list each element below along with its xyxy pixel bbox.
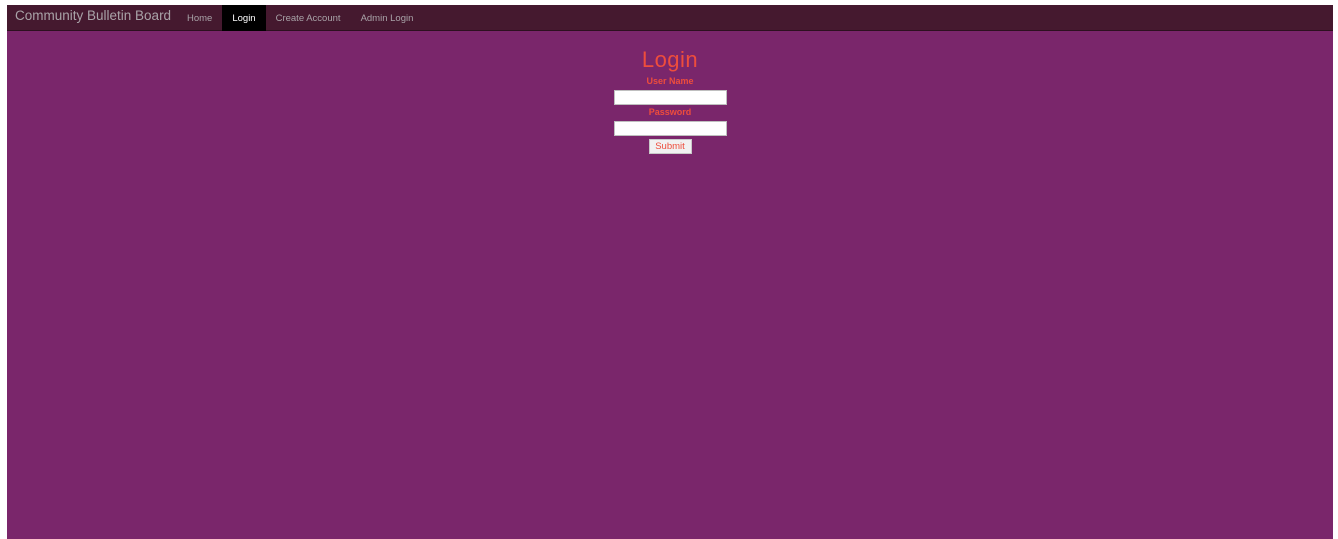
login-form: Login User Name Password Submit — [7, 45, 1333, 154]
nav-item-login[interactable]: Login — [222, 5, 266, 31]
submit-button[interactable]: Submit — [648, 139, 692, 154]
navbar: Community Bulletin Board Home Login Crea… — [7, 5, 1333, 31]
nav-menu: Home Login Create Account Admin Login — [177, 5, 423, 31]
password-label: Password — [648, 107, 692, 117]
brand-link[interactable]: Community Bulletin Board — [15, 8, 171, 23]
nav-item-admin-login[interactable]: Admin Login — [351, 5, 424, 31]
nav-item-create-account[interactable]: Create Account — [266, 5, 351, 31]
username-input[interactable] — [613, 90, 727, 105]
username-label: User Name — [646, 76, 694, 86]
page-title: Login — [641, 47, 699, 72]
page-frame: Community Bulletin Board Home Login Crea… — [7, 5, 1333, 539]
password-input[interactable] — [613, 121, 727, 136]
nav-item-home[interactable]: Home — [177, 5, 222, 31]
